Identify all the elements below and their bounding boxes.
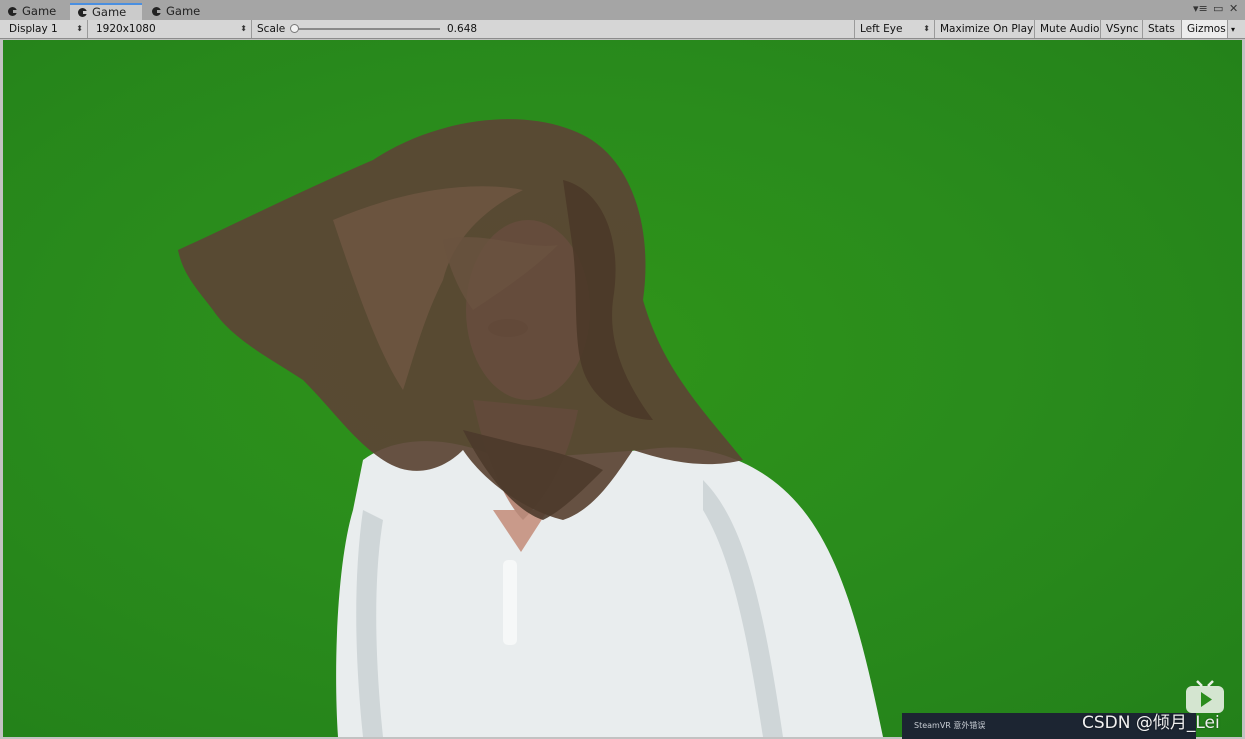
- tab-game-3[interactable]: Game: [144, 3, 214, 20]
- white-shirt: [336, 441, 883, 737]
- tab-game-2[interactable]: Game: [70, 3, 142, 20]
- game-icon: [78, 8, 88, 17]
- tab-label: Game: [92, 5, 127, 19]
- display-dropdown[interactable]: Display 1 ⬍: [4, 20, 88, 38]
- vsync-toggle[interactable]: VSync: [1101, 20, 1143, 38]
- maximize-on-play-toggle[interactable]: Maximize On Play: [935, 20, 1035, 38]
- game-icon: [152, 7, 162, 16]
- scale-label: Scale: [257, 23, 286, 35]
- menu-icon[interactable]: ▾≡: [1193, 2, 1208, 15]
- resolution-dropdown[interactable]: 1920x1080 ⬍: [91, 20, 252, 38]
- watermark: CSDN @倾月_Lei: [1082, 713, 1220, 733]
- resolution-label: 1920x1080: [96, 23, 156, 35]
- game-view-viewport[interactable]: [3, 40, 1242, 737]
- tab-label: Game: [22, 4, 57, 18]
- scale-slider-handle[interactable]: [290, 24, 299, 33]
- gizmos-toggle[interactable]: Gizmos: [1182, 20, 1228, 38]
- scale-slider-track[interactable]: [294, 28, 440, 30]
- tab-game-1[interactable]: Game: [0, 3, 70, 20]
- updown-icon: ⬍: [923, 24, 930, 33]
- close-icon[interactable]: ✕: [1229, 2, 1238, 15]
- maximize-icon[interactable]: ▭: [1213, 2, 1223, 15]
- mute-audio-toggle[interactable]: Mute Audio: [1035, 20, 1101, 38]
- tab-label: Game: [166, 4, 201, 18]
- green-screen-scene: [178, 119, 883, 737]
- eye-dropdown[interactable]: Left Eye ⬍: [855, 20, 935, 38]
- chevron-down-icon: ▾: [1231, 25, 1236, 34]
- display-label: Display 1: [9, 23, 58, 35]
- tab-strip: Game Game Game ▾≡ ▭ ✕: [0, 0, 1245, 20]
- updown-icon: ⬍: [240, 24, 247, 33]
- steamvr-text: SteamVR 意外错误: [914, 721, 986, 730]
- gizmos-dropdown[interactable]: ▾: [1228, 20, 1241, 38]
- game-view-toolbar: Display 1 ⬍ 1920x1080 ⬍ Scale 0.648 Left…: [0, 20, 1245, 39]
- scale-value: 0.648: [447, 23, 478, 35]
- game-icon: [8, 7, 18, 16]
- stats-toggle[interactable]: Stats: [1143, 20, 1182, 38]
- updown-icon: ⬍: [76, 24, 83, 33]
- eye-label: Left Eye: [860, 23, 903, 35]
